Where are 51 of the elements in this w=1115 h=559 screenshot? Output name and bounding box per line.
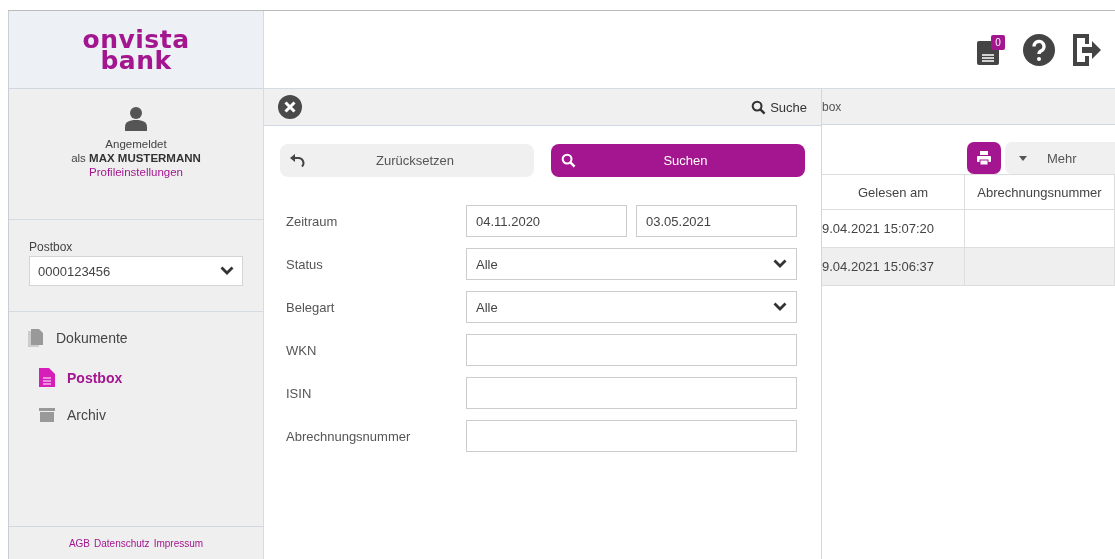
undo-icon <box>290 153 306 168</box>
chevron-down-icon <box>773 302 787 312</box>
field-label: Abrechnungsnummer <box>286 428 412 444</box>
date-field[interactable]: 03.05.2021 <box>636 205 797 237</box>
nav-item[interactable]: Dokumente <box>27 328 263 348</box>
search-icon <box>751 99 767 115</box>
user-icon <box>125 107 147 131</box>
document-icon <box>39 368 55 387</box>
input-field[interactable] <box>466 334 797 366</box>
footer-link[interactable]: Datenschutz <box>94 538 150 549</box>
breadcrumb[interactable]: box <box>822 89 1115 125</box>
reset-button[interactable]: Zurücksetzen <box>280 144 534 177</box>
date-field[interactable]: 04.11.2020 <box>466 205 627 237</box>
print-button[interactable] <box>967 142 1001 174</box>
column-header[interactable]: Abrechnungsnummer <box>964 174 1115 210</box>
nav-item[interactable]: Postbox <box>39 368 263 387</box>
column-header[interactable]: Gelesen am <box>822 174 965 210</box>
postbox-label: Postbox <box>29 240 73 254</box>
panel-title: Suche <box>770 99 807 115</box>
notification-count: 0 <box>995 36 1001 48</box>
search-icon <box>561 153 576 168</box>
user-name: als MAX MUSTERMANN <box>71 151 201 165</box>
chevron-down-icon <box>773 259 787 269</box>
footer-link[interactable]: AGB <box>68 538 91 549</box>
field-label: Zeitraum <box>286 213 339 229</box>
documents-icon <box>27 328 44 348</box>
field-label: Belegart <box>286 299 336 315</box>
archive-box-icon <box>39 408 55 422</box>
field-label: ISIN <box>286 385 313 401</box>
nav-item[interactable]: Archiv <box>39 407 263 423</box>
logout-icon[interactable] <box>1073 33 1101 66</box>
input-field[interactable] <box>466 420 797 452</box>
table-cell: 9.04.2021 15:06:37 <box>822 247 965 286</box>
field-label: Status <box>286 256 324 272</box>
more-button[interactable]: Mehr <box>1005 142 1115 174</box>
printer-icon <box>977 151 991 165</box>
caret-icon <box>1019 155 1027 161</box>
login-status: Angemeldet <box>105 137 167 151</box>
postbox-select[interactable]: 0000123456 <box>29 256 243 286</box>
profile-link[interactable]: Profileinstellungen <box>89 165 183 179</box>
close-icon[interactable] <box>278 95 302 119</box>
select-field[interactable]: Alle <box>466 291 797 323</box>
search-button[interactable]: Suchen <box>551 144 805 177</box>
chevron-down-icon <box>220 266 234 276</box>
footer-link[interactable]: Impressum <box>153 538 204 549</box>
select-field[interactable]: Alle <box>466 248 797 280</box>
logo[interactable]: onvista bank <box>9 11 263 89</box>
help-icon[interactable] <box>1023 33 1055 66</box>
input-field[interactable] <box>466 377 797 409</box>
table-cell: 9.04.2021 15:07:20 <box>822 209 965 248</box>
field-label: WKN <box>286 342 318 358</box>
